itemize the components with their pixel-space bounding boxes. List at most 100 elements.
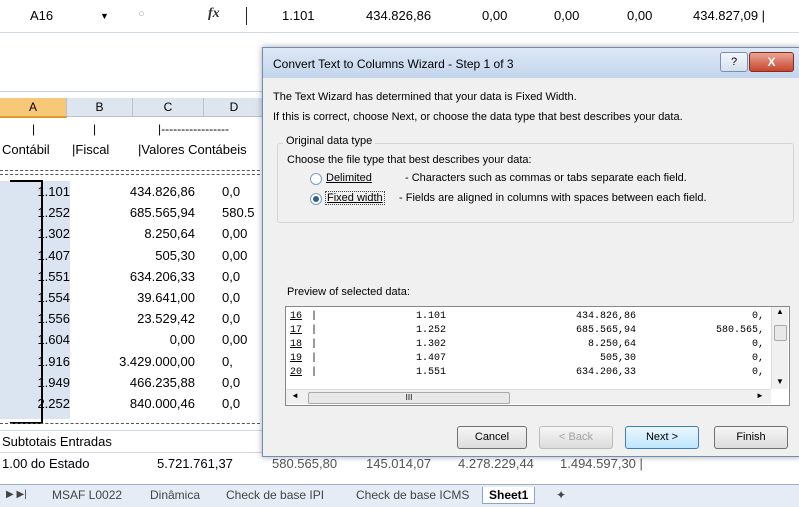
tab-dinamica[interactable]: Dinâmica [150,487,200,503]
preview-box[interactable]: 16 | 1.101 434.826,86 0, 17 | 1.252 685.565,94 58… [285,306,790,406]
preview-cell-n: 17 [290,325,303,336]
column-header-a[interactable]: A [0,98,67,118]
cell-d[interactable]: 0,0 [222,184,267,199]
help-button[interactable]: ? [720,52,748,72]
formula-value[interactable]: 0,00 [627,8,652,23]
column-header-d[interactable]: D [204,98,265,117]
chevron-down-icon[interactable]: ▼ [100,6,109,26]
formula-value[interactable]: 434.826,86 [366,8,431,23]
tab-check-icms[interactable]: Check de base ICMS [356,487,469,503]
preview-cell-v2: 8.250,64 [587,339,636,350]
cell-c[interactable]: 685.565,94 [100,205,195,220]
cell-a[interactable]: 1.252 [0,205,70,220]
formula-value[interactable]: 434.827,09 | [693,8,765,23]
cell-d[interactable]: 0,0 [222,396,267,411]
cell-header-contabil[interactable]: Contábil [2,142,50,157]
finish-button[interactable]: Finish [714,426,788,449]
vertical-scrollbar[interactable]: ▲ ▼ [771,307,788,389]
cell-a[interactable]: 1.916 [0,354,70,369]
cell-c[interactable]: 3.429.000,00 [100,354,195,369]
cell-d[interactable]: 0,0 [222,290,267,305]
insert-sheet-icon[interactable]: ✦ [556,487,566,503]
cell-d[interactable]: 0,00 [222,248,267,263]
fixed-width-radio[interactable] [310,193,322,205]
insert-function-icon[interactable]: fx [208,6,220,22]
cell-c[interactable]: 466.235,88 [100,375,195,390]
cell-state-value[interactable]: 5.721.761,37 [157,456,233,471]
cell-c[interactable]: 23.529,42 [100,311,195,326]
back-button[interactable]: < Back [539,426,613,449]
column-header-c[interactable]: C [133,98,204,117]
scroll-up-icon[interactable]: ▲ [776,307,784,316]
close-button[interactable]: X [749,52,794,72]
tab-msaf[interactable]: MSAF L0022 [52,487,122,503]
cancel-formula-icon[interactable]: ○ [138,8,145,20]
preview-row: 16 | 1.101 434.826,86 0, [286,311,766,323]
scroll-down-icon[interactable]: ▼ [776,377,784,386]
preview-cell-v1: 1.101 [415,311,446,322]
cell-a[interactable]: 1.407 [0,248,70,263]
preview-cell-v1: 1.407 [415,353,446,364]
cell-c[interactable]: 8.250,64 [100,226,195,241]
scroll-left-icon[interactable]: ◄ [291,391,299,400]
cell-state-tail[interactable]: 145.014,07 [366,456,431,471]
cell-subtotal-label[interactable]: Subtotais Entradas [2,434,112,449]
cell-a[interactable]: 1.302 [0,226,70,241]
name-box[interactable]: A16 ▼ [4,6,126,26]
cell-c[interactable]: 0,00 [100,332,195,347]
cell-a[interactable]: 1.604 [0,332,70,347]
cell-pipe[interactable]: |----------------- [158,122,229,136]
cell-pipe[interactable]: | [32,122,35,136]
cell-state-tail[interactable]: 580.565,80 [272,456,337,471]
dialog-title: Convert Text to Columns Wizard - Step 1 … [273,57,514,71]
cell-d[interactable]: 0,0 [222,375,267,390]
cell-a[interactable]: 1.554 [0,290,70,305]
cell-a[interactable]: 2.252 [0,396,70,411]
cell-a[interactable]: 1.101 [0,184,70,199]
preview-cell-n: 16 [290,311,303,322]
dialog-titlebar[interactable]: Convert Text to Columns Wizard - Step 1 … [263,48,799,78]
preview-cell-n: 18 [290,339,303,350]
cell-state-tail[interactable]: 1.494.597,30 | [560,456,643,471]
cell-c[interactable]: 434.826,86 [100,184,195,199]
cell-header-fiscal[interactable]: |Fiscal [72,142,109,157]
cell-d[interactable]: 0, [222,354,267,369]
tab-sheet1[interactable]: Sheet1 [482,487,536,504]
cell-d[interactable]: 580.5 [222,205,267,220]
cell-c[interactable]: 39.641,00 [100,290,195,305]
fixed-width-label[interactable]: Fixed width [325,191,385,205]
cell-c[interactable]: 634.206,33 [100,269,195,284]
intro-text: If this is correct, choose Next, or choo… [273,111,683,123]
tab-nav-icon[interactable]: ▶ ▶| [6,487,27,503]
preview-divider: | [311,325,318,336]
scroll-right-icon[interactable]: ► [756,391,764,400]
column-header-b[interactable]: B [67,98,133,117]
formula-bar-separator [246,7,247,25]
preview-cell-v3: 580.565, [715,325,764,336]
formula-value[interactable]: 0,00 [554,8,579,23]
cell-a[interactable]: 1.551 [0,269,70,284]
scroll-thumb[interactable]: III [308,392,510,404]
cell-state-label[interactable]: 1.00 do Estado [2,456,89,471]
cell-c[interactable]: 505,30 [100,248,195,263]
cancel-button[interactable]: Cancel [457,426,527,449]
horizontal-scrollbar[interactable]: ◄ III ► [286,389,771,404]
cell-state-tail[interactable]: 4.278.229,44 [458,456,534,471]
scroll-thumb[interactable] [774,325,787,341]
formula-value[interactable]: 1.101 [282,8,315,23]
cell-d[interactable]: 0,0 [222,311,267,326]
cell-pipe[interactable]: | [93,122,96,136]
next-button[interactable]: Next > [625,426,699,449]
cell-c[interactable]: 840.000,46 [100,396,195,411]
cell-header-valores[interactable]: |Valores Contábeis [138,142,247,157]
delimited-radio[interactable] [310,173,322,185]
tab-check-ipi[interactable]: Check de base IPI [226,487,324,503]
dashed-separator [0,170,270,171]
cell-d[interactable]: 0,00 [222,226,267,241]
cell-a[interactable]: 1.949 [0,375,70,390]
delimited-label[interactable]: Delimited [326,172,372,184]
cell-d[interactable]: 0,0 [222,269,267,284]
cell-a[interactable]: 1.556 [0,311,70,326]
cell-d[interactable]: 0,00 [222,332,267,347]
formula-value[interactable]: 0,00 [482,8,507,23]
